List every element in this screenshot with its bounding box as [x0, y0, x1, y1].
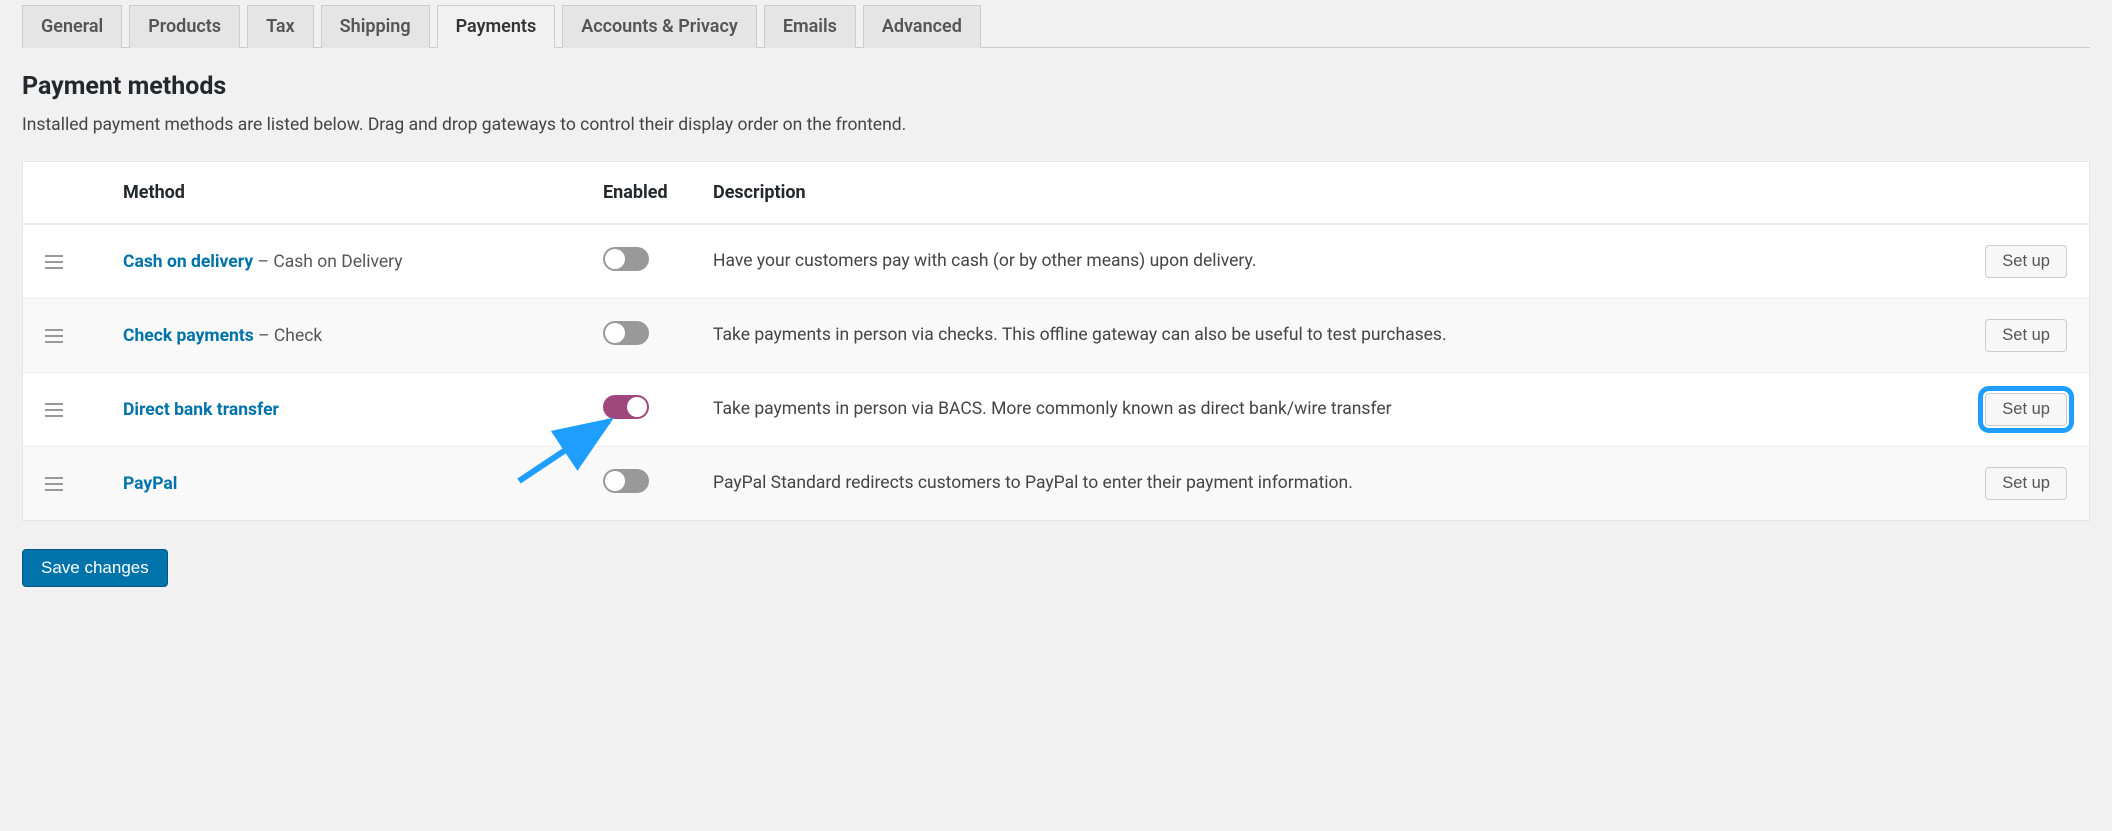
table-header-row: Method Enabled Description: [23, 162, 2089, 224]
action-cell: Set up: [1907, 467, 2067, 500]
col-description: Description: [713, 182, 1907, 203]
action-cell: Set up: [1907, 245, 2067, 278]
enable-toggle[interactable]: [603, 395, 649, 419]
method-name-cell: Direct bank transfer: [123, 400, 603, 420]
description-cell: Have your customers pay with cash (or by…: [713, 248, 1907, 275]
table-row: Check payments – Check Take payments in p…: [23, 298, 2089, 372]
description-cell: PayPal Standard redirects customers to P…: [713, 470, 1907, 497]
method-name-cell: Cash on delivery – Cash on Delivery: [123, 252, 603, 272]
enabled-cell: [603, 247, 713, 276]
setup-button[interactable]: Set up: [1985, 245, 2067, 278]
method-link[interactable]: Direct bank transfer: [123, 400, 279, 420]
enable-toggle[interactable]: [603, 321, 649, 345]
description-cell: Take payments in person via BACS. More c…: [713, 396, 1907, 423]
tab-tax[interactable]: Tax: [247, 5, 314, 48]
col-method: Method: [123, 182, 603, 203]
toggle-knob: [627, 397, 647, 417]
enabled-cell: [603, 469, 713, 498]
enabled-cell: [603, 321, 713, 350]
settings-tabs: GeneralProductsTaxShippingPaymentsAccoun…: [22, 0, 2090, 48]
col-enabled: Enabled: [603, 182, 713, 203]
tab-payments[interactable]: Payments: [437, 5, 556, 48]
tab-shipping[interactable]: Shipping: [321, 5, 430, 48]
payment-methods-table: Method Enabled Description Cash on deliv…: [22, 161, 2090, 521]
method-separator: –: [253, 252, 273, 272]
method-link[interactable]: Cash on delivery: [123, 252, 253, 272]
method-sub-label: Check: [274, 326, 322, 346]
action-cell: Set up: [1907, 319, 2067, 352]
description-cell: Take payments in person via checks. This…: [713, 322, 1907, 349]
setup-button[interactable]: Set up: [1985, 467, 2067, 500]
action-cell: Set up: [1907, 393, 2067, 426]
method-sub-label: Cash on Delivery: [273, 252, 402, 272]
method-link[interactable]: PayPal: [123, 474, 177, 494]
toggle-knob: [605, 249, 625, 269]
drag-handle-icon[interactable]: [45, 403, 65, 417]
enable-toggle[interactable]: [603, 247, 649, 271]
table-row: PayPal PayPal Standard redirects customer…: [23, 446, 2089, 520]
method-name-cell: Check payments – Check: [123, 326, 603, 346]
drag-handle-icon[interactable]: [45, 329, 65, 343]
tab-products[interactable]: Products: [129, 5, 240, 48]
method-name-cell: PayPal: [123, 474, 603, 494]
setup-button[interactable]: Set up: [1985, 319, 2067, 352]
tab-emails[interactable]: Emails: [764, 5, 856, 48]
toggle-knob: [605, 471, 625, 491]
tab-advanced[interactable]: Advanced: [863, 5, 981, 48]
setup-button[interactable]: Set up: [1985, 393, 2067, 426]
table-row: Cash on delivery – Cash on Delivery Have …: [23, 224, 2089, 298]
method-link[interactable]: Check payments: [123, 326, 254, 346]
toggle-knob: [605, 323, 625, 343]
section-title: Payment methods: [22, 72, 2090, 101]
drag-handle-icon[interactable]: [45, 255, 65, 269]
enabled-cell: [603, 395, 713, 424]
tab-general[interactable]: General: [22, 5, 122, 48]
drag-handle-icon[interactable]: [45, 477, 65, 491]
save-changes-button[interactable]: Save changes: [22, 549, 168, 587]
table-row: Direct bank transfer Take payments in per…: [23, 372, 2089, 446]
section-description: Installed payment methods are listed bel…: [22, 115, 2090, 135]
method-separator: –: [254, 326, 274, 346]
enable-toggle[interactable]: [603, 469, 649, 493]
tab-accounts-privacy[interactable]: Accounts & Privacy: [562, 5, 757, 48]
